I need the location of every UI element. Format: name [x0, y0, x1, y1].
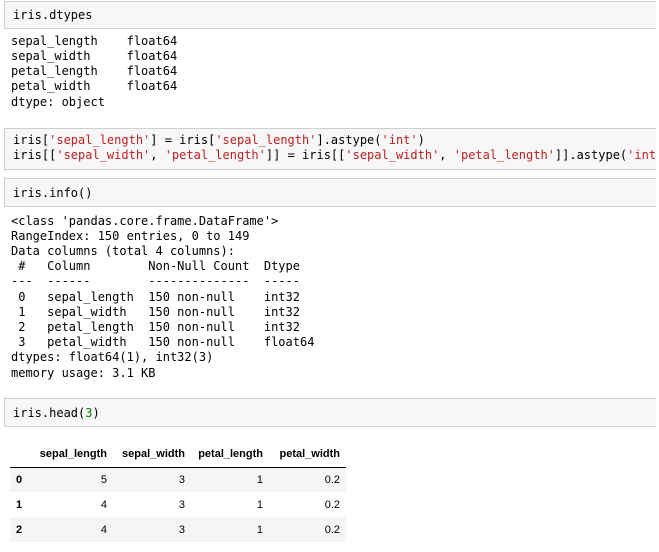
table-cell: 3: [178, 498, 185, 511]
row-index: 0: [16, 473, 23, 486]
table-cell: 1: [256, 473, 263, 486]
table-row: 2 4 3 1 0.2: [10, 517, 346, 542]
output-line: sepal_length float64: [11, 34, 178, 48]
table-cell: 4: [100, 523, 107, 536]
column-header: petal_width: [269, 441, 346, 468]
table-cell: 3: [178, 473, 185, 486]
row-index: 1: [16, 498, 23, 511]
output-line: # Column Non-Null Count Dtype: [11, 259, 300, 273]
output-line: dtype: object: [11, 95, 105, 109]
table-cell: 4: [100, 498, 107, 511]
table-row: 1 4 3 1 0.2: [10, 492, 346, 517]
column-header: petal_length: [191, 441, 269, 468]
code-line[interactable]: iris.info(): [13, 186, 92, 201]
table-cell: 0.2: [324, 498, 340, 511]
output-line: 0 sepal_length 150 non-null int32: [11, 290, 300, 304]
code-line[interactable]: iris[['sepal_width', 'petal_length']] = …: [13, 148, 659, 163]
code-cell-info[interactable]: iris.info(): [4, 178, 656, 207]
output-line: 1 sepal_width 150 non-null int32: [11, 305, 300, 319]
code-cell-head[interactable]: iris.head(3): [4, 398, 656, 427]
output-line: 3 petal_width 150 non-null float64: [11, 335, 315, 349]
code-line[interactable]: iris['sepal_length'] = iris['sepal_lengt…: [13, 133, 425, 148]
row-index: 2: [16, 523, 23, 536]
output-line: <class 'pandas.core.frame.DataFrame'>: [11, 214, 279, 228]
code-cell-astype[interactable]: iris['sepal_length'] = iris['sepal_lengt…: [4, 128, 659, 170]
code-line[interactable]: iris.dtypes: [13, 8, 92, 23]
table-cell: 5: [100, 473, 107, 486]
output-line: 2 petal_length 150 non-null int32: [11, 320, 300, 334]
table-cell: 3: [178, 523, 185, 536]
code-line[interactable]: iris.head(3): [13, 406, 100, 421]
output-line: Data columns (total 4 columns):: [11, 244, 235, 258]
column-header: sepal_length: [32, 441, 113, 468]
output-line: dtypes: float64(1), int32(3): [11, 350, 214, 364]
table-cell: 1: [256, 523, 263, 536]
column-header: sepal_width: [113, 441, 191, 468]
output-line: RangeIndex: 150 entries, 0 to 149: [11, 229, 250, 243]
table-cell: 1: [256, 498, 263, 511]
index-header: [10, 441, 32, 468]
output-line: memory usage: 3.1 KB: [11, 366, 156, 380]
table-row: 0 5 3 1 0.2: [10, 467, 346, 492]
table-header-row: sepal_length sepal_width petal_length pe…: [10, 441, 346, 468]
table-cell: 0.2: [324, 473, 340, 486]
code-cell-dtypes[interactable]: iris.dtypes: [4, 1, 656, 29]
output-line: petal_length float64: [11, 64, 178, 78]
output-line: petal_width float64: [11, 79, 178, 93]
output-line: --- ------ -------------- -----: [11, 274, 300, 288]
table-cell: 0.2: [324, 523, 340, 536]
output-line: sepal_width float64: [11, 49, 178, 63]
dataframe-table: sepal_length sepal_width petal_length pe…: [10, 441, 346, 542]
